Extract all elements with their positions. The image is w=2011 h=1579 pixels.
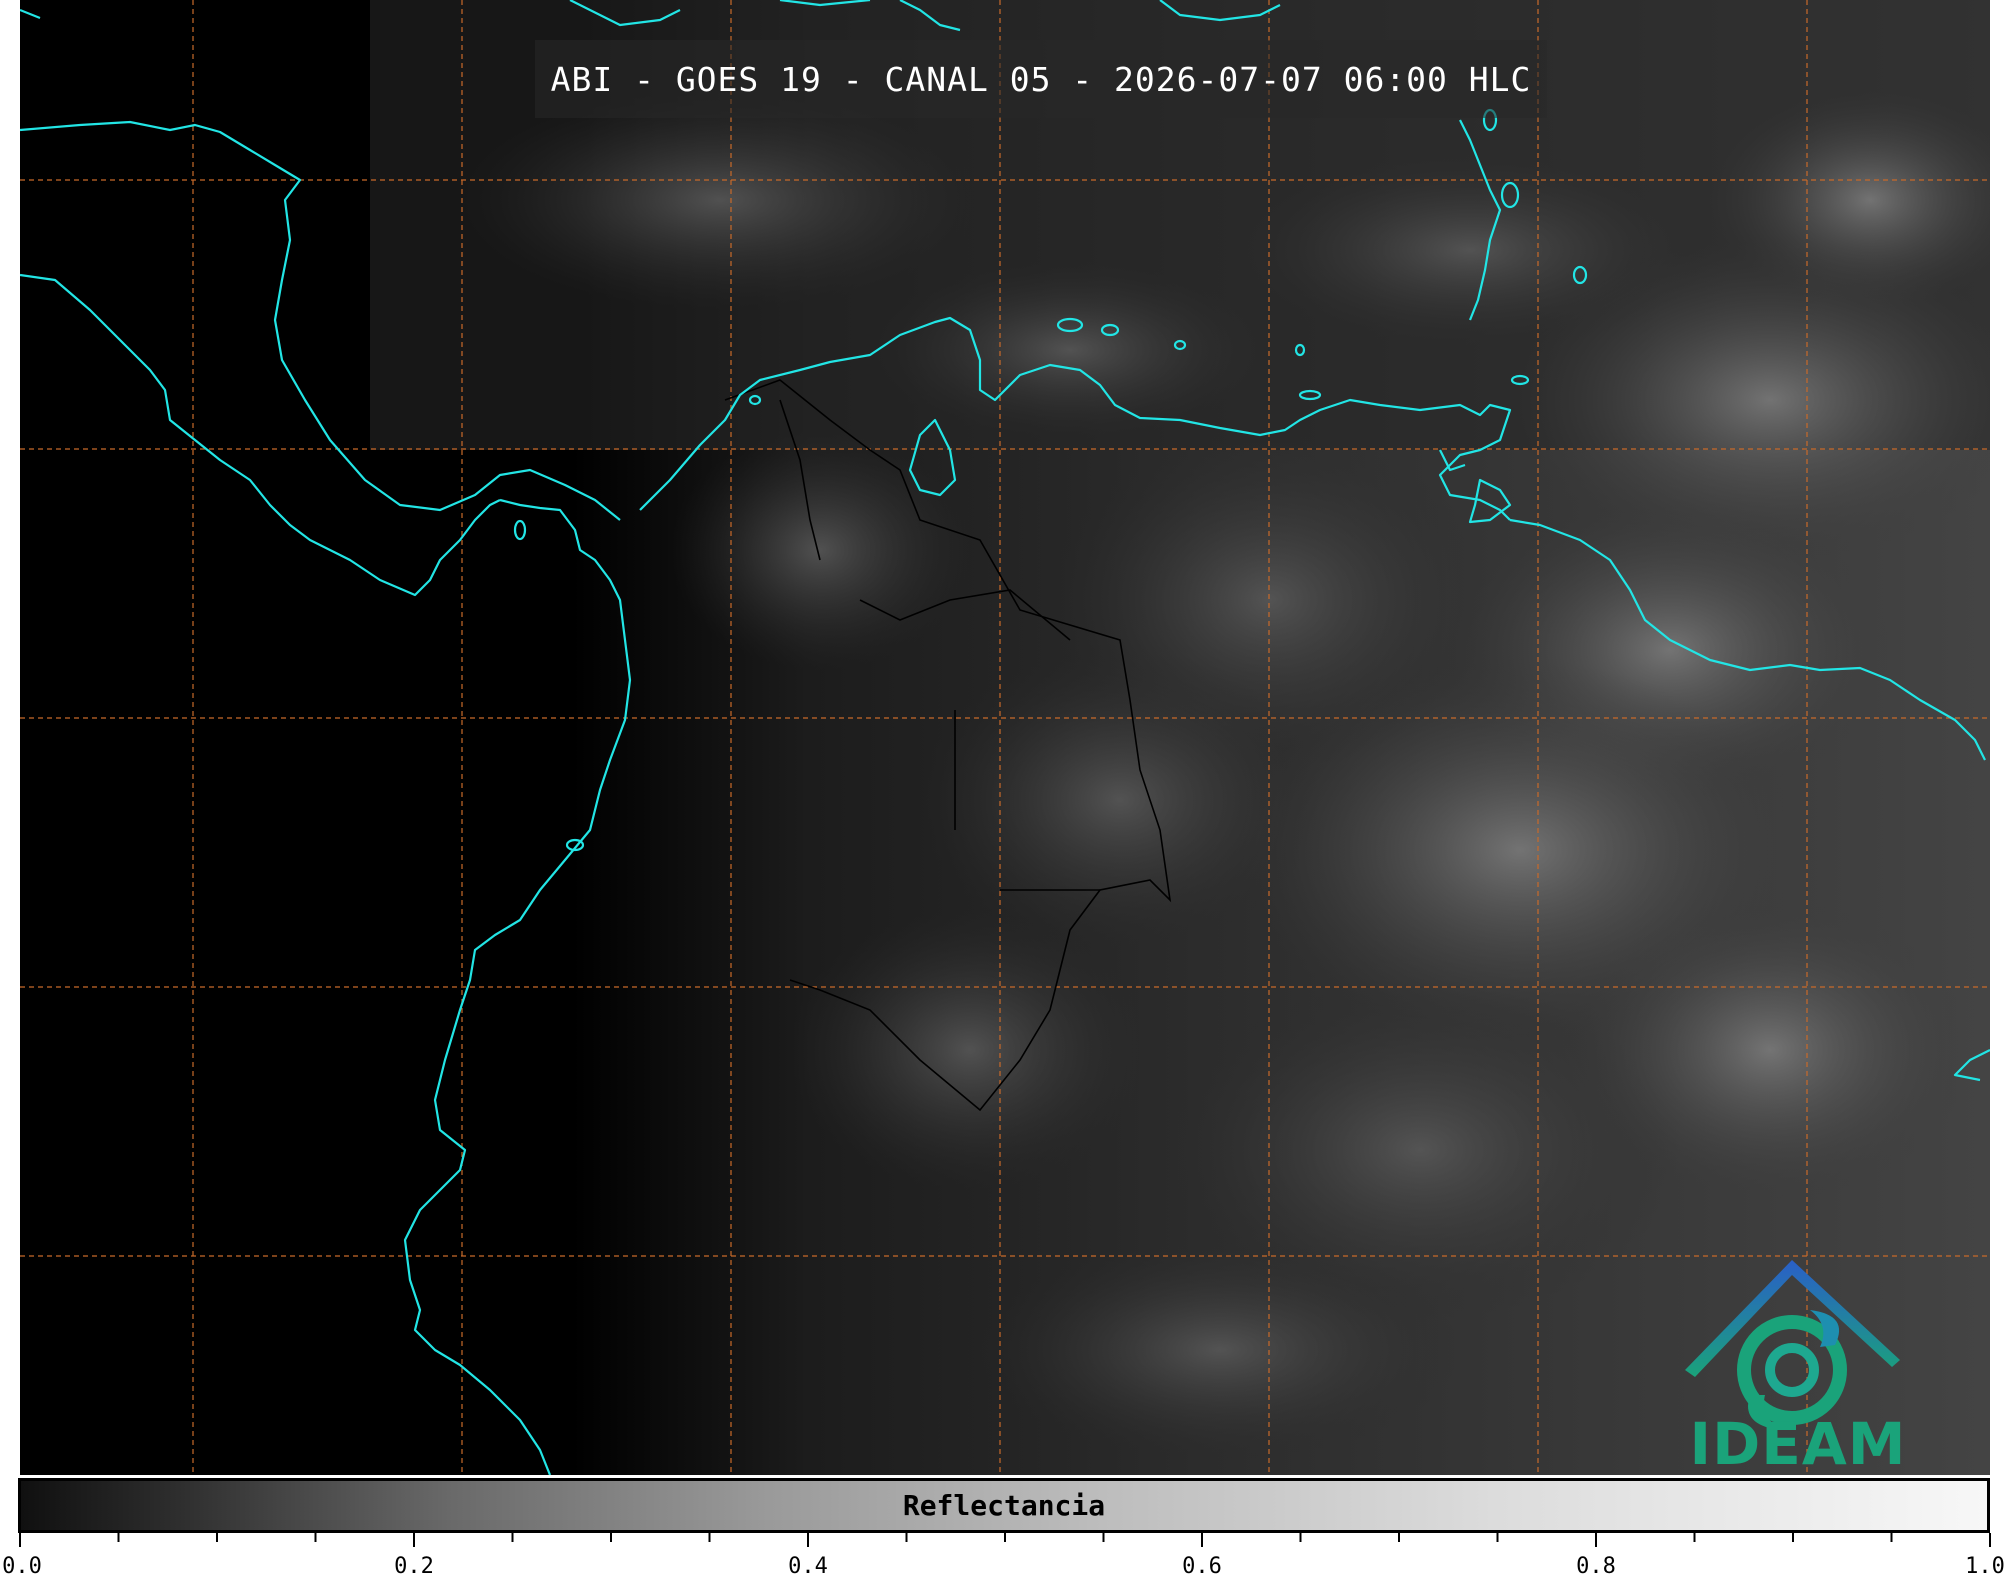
colorbar: Reflectancia [18, 1478, 1990, 1533]
colorbar-tick-label: 0.4 [788, 1554, 828, 1579]
colorbar-label: Reflectancia [902, 1489, 1106, 1522]
colorbar-tick-label: 1.0 [1965, 1554, 2005, 1579]
colorbar-tick-label: 0.0 [2, 1554, 42, 1579]
map-canvas [20, 0, 1990, 1475]
title-banner: ABI - GOES 19 - CANAL 05 - 2026-07-07 06… [535, 40, 1547, 118]
satellite-map[interactable]: ABI - GOES 19 - CANAL 05 - 2026-07-07 06… [20, 0, 1990, 1475]
colorbar-tick-label: 0.6 [1182, 1554, 1222, 1579]
map-title: ABI - GOES 19 - CANAL 05 - 2026-07-07 06… [550, 59, 1532, 99]
colorbar-tick-label: 0.2 [394, 1554, 434, 1579]
logo-wordmark: IDEAM [1689, 1410, 1907, 1475]
colorbar-tick-label: 0.8 [1576, 1554, 1616, 1579]
colorbar-ticks [19, 1533, 1991, 1547]
